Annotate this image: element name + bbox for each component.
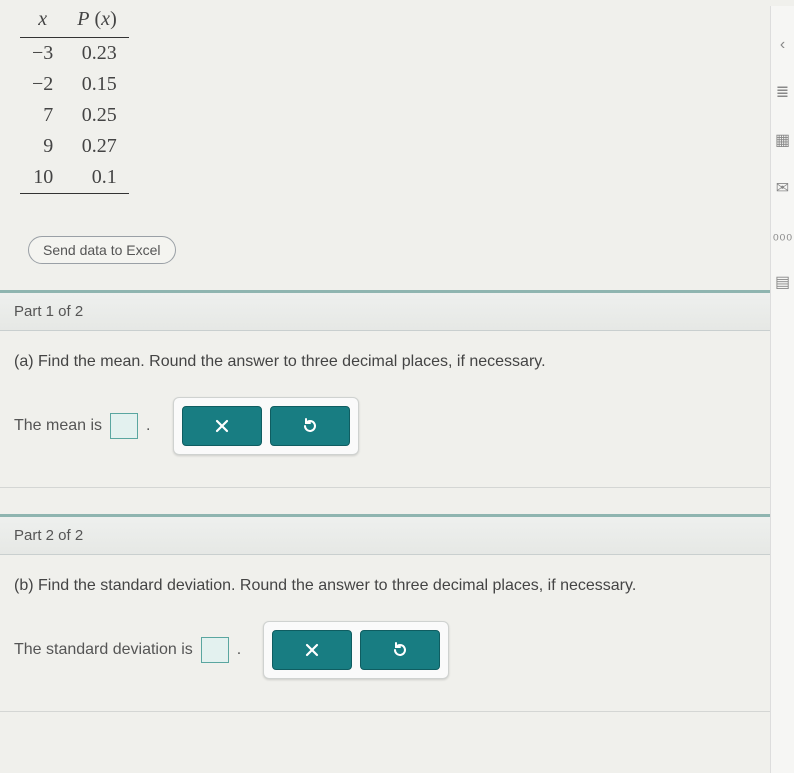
notes-icon[interactable]: ▤: [775, 272, 790, 292]
stddev-label: The standard deviation is: [14, 641, 193, 659]
part-1-question: (a) Find the mean. Round the answer to t…: [14, 353, 780, 371]
part-1-body: (a) Find the mean. Round the answer to t…: [0, 331, 794, 488]
part-1-button-group: [173, 397, 359, 455]
part-1-header: Part 1 of 2: [0, 290, 794, 331]
table-row: −30.23: [20, 38, 129, 70]
table-row: −20.15: [20, 69, 129, 100]
mean-input[interactable]: [110, 413, 138, 439]
side-rail: ‹ ≣ ▦ ✉ ₀₀₀ ▤: [770, 6, 794, 773]
part-2-question: (b) Find the standard deviation. Round t…: [14, 577, 780, 595]
chart-icon[interactable]: ₀₀₀: [773, 226, 793, 244]
col-header-px: P (x): [65, 6, 128, 38]
reset-button[interactable]: [360, 630, 440, 670]
close-icon: [214, 418, 230, 434]
send-to-excel-button[interactable]: Send data to Excel: [28, 236, 176, 264]
calculator-icon[interactable]: ▦: [775, 130, 790, 150]
part-2-button-group: [263, 621, 449, 679]
mean-label-after: .: [146, 417, 150, 435]
list-icon[interactable]: ≣: [776, 82, 789, 102]
table-row: 90.27: [20, 131, 129, 162]
reset-icon: [301, 417, 319, 435]
clear-button[interactable]: [182, 406, 262, 446]
mail-icon[interactable]: ✉: [776, 178, 789, 198]
mean-label: The mean is: [14, 417, 102, 435]
clear-button[interactable]: [272, 630, 352, 670]
table-row: 100.1: [20, 162, 129, 194]
stddev-label-after: .: [237, 641, 241, 659]
table-row: 70.25: [20, 100, 129, 131]
back-icon[interactable]: ‹: [780, 36, 785, 54]
part-2-header: Part 2 of 2: [0, 514, 794, 555]
probability-table: x P (x) −30.23 −20.15 70.25 90.27 100.1: [20, 6, 129, 194]
reset-button[interactable]: [270, 406, 350, 446]
reset-icon: [391, 641, 409, 659]
col-header-x: x: [20, 6, 65, 38]
close-icon: [304, 642, 320, 658]
part-2-body: (b) Find the standard deviation. Round t…: [0, 555, 794, 712]
stddev-input[interactable]: [201, 637, 229, 663]
